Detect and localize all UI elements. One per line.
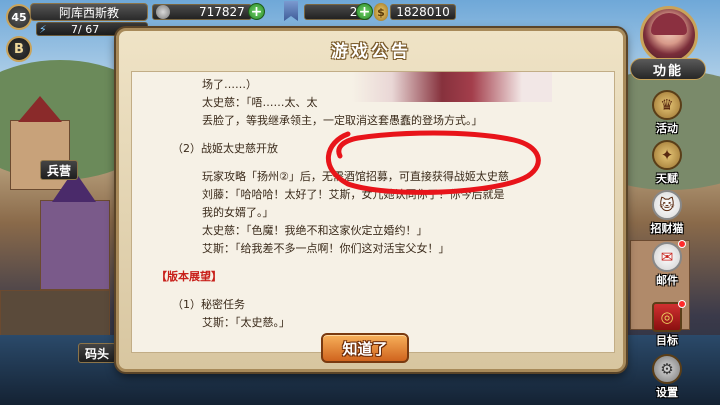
avatar[interactable] [640,6,698,64]
stamina-value: 7/ 67 [71,23,100,36]
target-label: 目标 [656,334,678,347]
section-heading: （1）秘密任务 [172,298,245,311]
lucky-cat-icon: 🐱 [652,190,682,220]
text-line: 玩家攻略「扬州②」后，无需酒馆招募，可直接获得战姬太史慈 [202,170,509,183]
lucky-cat-button[interactable]: 🐱 招财猫 [642,188,692,238]
section-heading: （2）战姬太史慈开放 [172,142,278,155]
avatar-hair [651,13,687,35]
player-name[interactable]: 阿库西斯教 [30,3,148,21]
crown-icon: ♛ [652,90,682,120]
dock-label[interactable]: 码头 [78,343,117,363]
add-gold-button[interactable]: + [248,3,265,20]
talent-button[interactable]: ✦ 天赋 [642,138,692,188]
gold-value: 717827 [199,5,245,19]
gold-counter: 717827 [152,4,252,20]
gear-icon: ⚙ [652,354,682,384]
building [40,200,110,290]
target-button[interactable]: ◎ 目标 [642,300,692,350]
lucky-cat-label: 招财猫 [650,222,684,235]
activity-label: 活动 [656,122,678,135]
notification-dot [678,300,686,308]
activity-button[interactable]: ♛ 活动 [642,88,692,138]
add-gem-button[interactable]: + [356,3,373,20]
mail-label: 邮件 [656,274,678,287]
mail-icon: ✉ [652,242,682,272]
roof [18,96,62,122]
text-line: 刘藤：「哈哈哈！太好了！艾斯，女儿她认同你了！你今后就是 [202,188,505,201]
talent-label: 天赋 [656,172,678,185]
b-badge-button[interactable]: B [6,36,32,62]
money-counter: 1828010 [390,4,456,20]
coin-icon [156,5,170,19]
notification-dot [678,240,686,248]
target-icon: ◎ [652,302,682,332]
function-menu-button[interactable]: 功能 [630,58,706,80]
text-line: 丢脸了，等我继承领主，一定取消这套愚蠢的登场方式。」 [202,114,483,127]
wings-icon: ✦ [652,140,682,170]
settings-label: 设置 [656,386,678,399]
money-value: 1828010 [396,5,450,19]
banner-image [352,72,552,102]
mail-button[interactable]: ✉ 邮件 [642,240,692,290]
dialog-title: 游戏公告 [331,41,411,62]
level-badge[interactable]: 45 [6,4,32,30]
ok-button[interactable]: 知道了 [321,333,409,363]
barracks-label[interactable]: 兵营 [40,160,79,180]
section-heading-red: 【版本展望】 [156,270,222,283]
lightning-icon: ⚡ [39,23,47,36]
text-line: 太史慈：「色魔！我绝不和这家伙定立婚约！」 [202,224,428,237]
bookmark-icon[interactable] [284,1,298,21]
text-line: 太史慈：「唔……太、太 [202,96,318,109]
text-line: 艾斯：「太史慈。」 [202,316,290,329]
text-line: 艾斯：「给我差不多一点啊！你们这对活宝父女！」 [202,242,450,255]
text-line: 我的女婿了。」 [202,206,274,219]
text-line: 场了……） [202,78,257,91]
announcement-content[interactable]: 场了……） 太史慈：「唔……太、太 丢脸了，等我继承领主，一定取消这套愚蠢的登场… [131,71,615,353]
settings-button[interactable]: ⚙ 设置 [642,352,692,402]
money-icon: $ [374,3,388,21]
announcement-dialog: 游戏公告 场了……） 太史慈：「唔……太、太 丢脸了，等我继承领主，一定取消这套… [116,28,626,372]
